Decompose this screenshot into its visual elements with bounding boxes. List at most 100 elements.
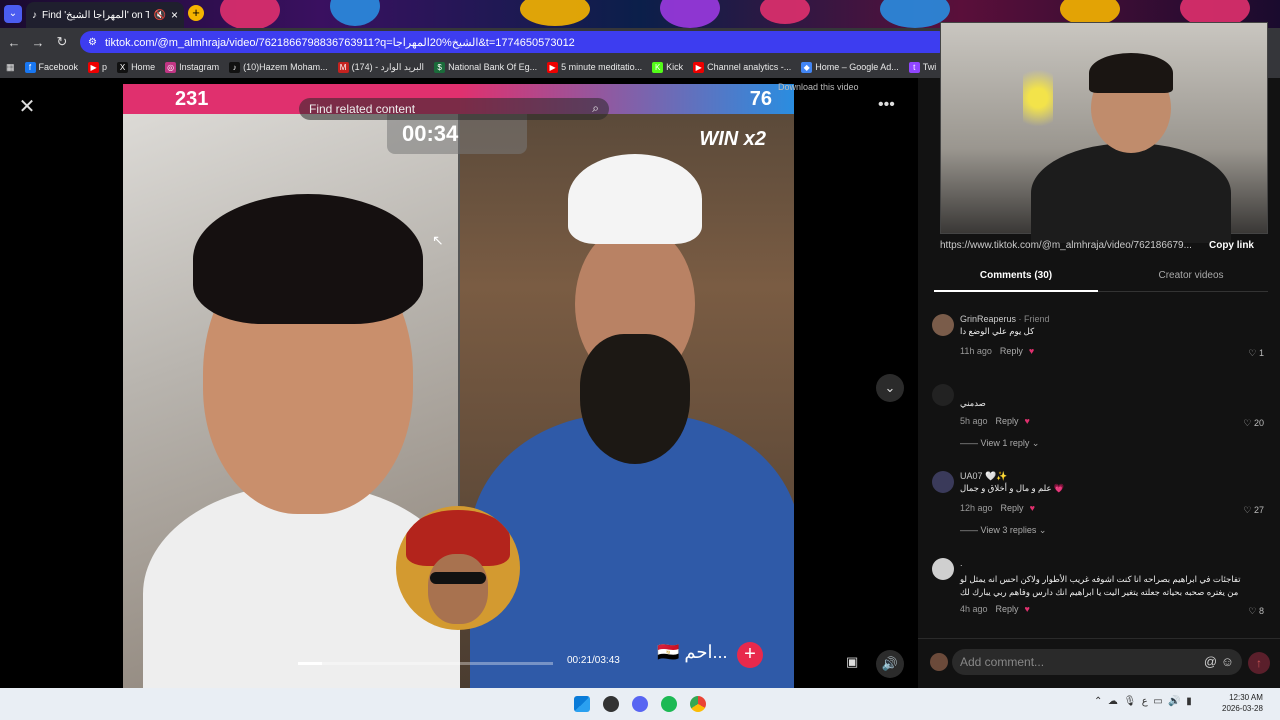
bookmark-icon: ◎ xyxy=(165,61,177,73)
bookmark-item[interactable]: ▶ Channel analytics -... xyxy=(693,61,791,73)
like-count[interactable]: ♡ 27 xyxy=(1243,505,1264,516)
guest-avatar[interactable] xyxy=(396,506,520,630)
more-options-icon[interactable]: ••• xyxy=(878,96,895,114)
bookmark-item[interactable]: ◆ Home – Google Ad... xyxy=(801,61,899,73)
mention-icon[interactable]: @ xyxy=(1204,654,1217,669)
bookmark-icon: M xyxy=(337,61,349,73)
video-link-row: https://www.tiktok.com/@m_almhraja/video… xyxy=(940,236,1268,254)
comment-time: 12h ago xyxy=(960,503,993,513)
bookmark-item[interactable]: ♪ (10)Hazem Moham... xyxy=(229,61,328,73)
tab-comments[interactable]: Comments (30) xyxy=(934,268,1098,292)
video-progress-bar[interactable] xyxy=(298,662,553,665)
tiktok-icon: ♪ xyxy=(32,9,37,21)
close-icon[interactable]: ✕ xyxy=(16,96,38,118)
reply-button[interactable]: Reply xyxy=(996,604,1019,614)
bookmark-item[interactable]: $ National Bank Of Eg... xyxy=(434,61,537,73)
win-multiplier: WIN x2 xyxy=(699,128,766,150)
bookmark-icon: ▶ xyxy=(547,61,559,73)
emoji-icon[interactable]: ☺ xyxy=(1221,654,1234,669)
video-progress-fill xyxy=(298,662,322,665)
bookmark-item[interactable]: K Kick xyxy=(652,61,683,73)
comment-item: صدمني 5h ago Reply ♥ ♡ 20 —— View 1 reply … xyxy=(932,384,1268,450)
view-replies-button[interactable]: —— View 3 replies ⌄ xyxy=(960,525,1046,536)
tab-search-menu-icon[interactable]: ⌄ xyxy=(4,5,22,23)
url-text: tiktok.com/@m_almhraja/video/76218667988… xyxy=(104,36,575,49)
bookmark-item[interactable]: t Twi xyxy=(908,61,936,73)
copy-link-button[interactable]: Copy link xyxy=(1209,240,1254,251)
chrome-icon[interactable] xyxy=(690,696,706,712)
comment-user[interactable]: . xyxy=(960,558,963,568)
add-comment-row: Add comment... @ ☺ ↑ xyxy=(918,638,1280,688)
bookmark-icon: K xyxy=(652,61,664,73)
wallpaper-blob xyxy=(660,0,720,28)
back-icon[interactable]: ← xyxy=(2,35,26,50)
creator-like-icon: ♥ xyxy=(1024,604,1030,614)
video-link[interactable]: https://www.tiktok.com/@m_almhraja/video… xyxy=(940,240,1192,251)
start-menu-icon[interactable] xyxy=(574,696,590,712)
creator-like-icon: ♥ xyxy=(1024,416,1030,426)
score-left: 231 xyxy=(175,88,209,110)
search-icon[interactable]: ⌕ xyxy=(592,101,599,116)
bookmark-item[interactable]: X Home xyxy=(117,61,155,73)
like-count[interactable]: ♡ 1 xyxy=(1248,348,1264,359)
volume-icon[interactable]: 🔊 xyxy=(876,650,904,678)
new-tab-button[interactable]: + xyxy=(188,5,204,21)
battle-timer: 00:34 xyxy=(402,121,459,146)
bookmark-item[interactable]: M (174) - البريد الوارد xyxy=(337,61,424,73)
reply-button[interactable]: Reply xyxy=(1000,346,1023,356)
avatar[interactable] xyxy=(932,471,954,493)
comment-text: تفاجئات في ابراهيم بصراحه انا كنت اشوفه … xyxy=(960,574,1241,584)
discord-icon[interactable] xyxy=(632,696,648,712)
comment-user[interactable]: GrinReaperus xyxy=(960,314,1016,324)
view-replies-button[interactable]: —— View 1 reply ⌄ xyxy=(960,438,1039,449)
avatar[interactable] xyxy=(932,384,954,406)
related-search-input[interactable]: Find related content ⌕ xyxy=(299,98,609,120)
site-info-icon[interactable]: ⚙ xyxy=(88,37,97,48)
next-video-icon[interactable]: ⌄ xyxy=(876,374,904,402)
like-count[interactable]: ♡ 8 xyxy=(1248,606,1264,617)
comment-time: 11h ago xyxy=(960,346,992,356)
right-stream xyxy=(460,114,794,688)
clock[interactable]: 12:30 AM 2026-03-28 xyxy=(1222,692,1263,714)
reply-button[interactable]: Reply xyxy=(1001,503,1024,513)
bookmark-icon: ♪ xyxy=(229,61,241,73)
spotify-icon[interactable] xyxy=(661,696,677,712)
tab-close-icon[interactable]: × xyxy=(171,8,178,22)
tab-title: Find 'المهراجا الشيخ' on TikT xyxy=(42,9,149,21)
creator-like-icon: ♥ xyxy=(1028,346,1035,356)
download-hint[interactable]: Download this video xyxy=(778,82,859,92)
reply-button[interactable]: Reply xyxy=(996,416,1019,426)
bookmark-icon: t xyxy=(908,61,920,73)
comment-user[interactable]: UA07 xyxy=(960,471,983,481)
wallpaper-blob xyxy=(220,0,280,28)
comment-text: كل يوم علي الوضع دا xyxy=(960,326,1035,336)
comment-text-line-2: من يغتره صحبه بحياته جعلته يتغير اليت يا… xyxy=(960,587,1239,597)
tab-active[interactable]: ♪ Find 'المهراجا الشيخ' on TikT 🔇 × xyxy=(26,2,184,28)
picture-in-picture-icon[interactable]: ▣ xyxy=(846,654,858,670)
avatar[interactable] xyxy=(932,558,954,580)
bookmark-item[interactable]: ▶ 5 minute meditatio... xyxy=(547,61,642,73)
address-bar[interactable]: ⚙ tiktok.com/@m_almhraja/video/762186679… xyxy=(80,31,950,53)
follow-plus-button[interactable]: + xyxy=(737,642,763,668)
mute-icon[interactable]: 🔇 xyxy=(154,10,166,21)
send-icon[interactable]: ↑ xyxy=(1248,652,1270,674)
video-player[interactable]: 231 76 00:34 WIN x2 Find related content… xyxy=(123,84,794,688)
streamer-name-tag: 🇪🇬 احم... xyxy=(657,642,728,662)
forward-icon[interactable]: → xyxy=(26,35,50,50)
tab-creator-videos[interactable]: Creator videos xyxy=(1114,268,1268,281)
bookmark-icon: $ xyxy=(434,61,446,73)
add-comment-input[interactable]: Add comment... @ ☺ xyxy=(952,649,1242,675)
bookmark-item[interactable]: ◎ Instagram xyxy=(165,61,219,73)
comment-item: . تفاجئات في ابراهيم بصراحه انا كنت اشوف… xyxy=(932,558,1268,620)
like-count[interactable]: ♡ 20 xyxy=(1243,418,1264,429)
avatar[interactable] xyxy=(932,314,954,336)
app-icon[interactable] xyxy=(603,696,619,712)
bookmark-item[interactable]: f Facebook xyxy=(24,61,78,73)
bookmark-icon: X xyxy=(117,61,129,73)
bookmark-icon: ◆ xyxy=(801,61,813,73)
system-tray[interactable]: ⌃ ☁ 🎙 ع ▭ 🔊 ▮ xyxy=(1094,696,1192,707)
webcam-overlay xyxy=(940,22,1268,243)
apps-icon[interactable]: ▦ xyxy=(6,62,15,73)
reload-icon[interactable]: ↻ xyxy=(50,34,74,50)
bookmark-item[interactable]: ▶ p xyxy=(88,61,107,73)
